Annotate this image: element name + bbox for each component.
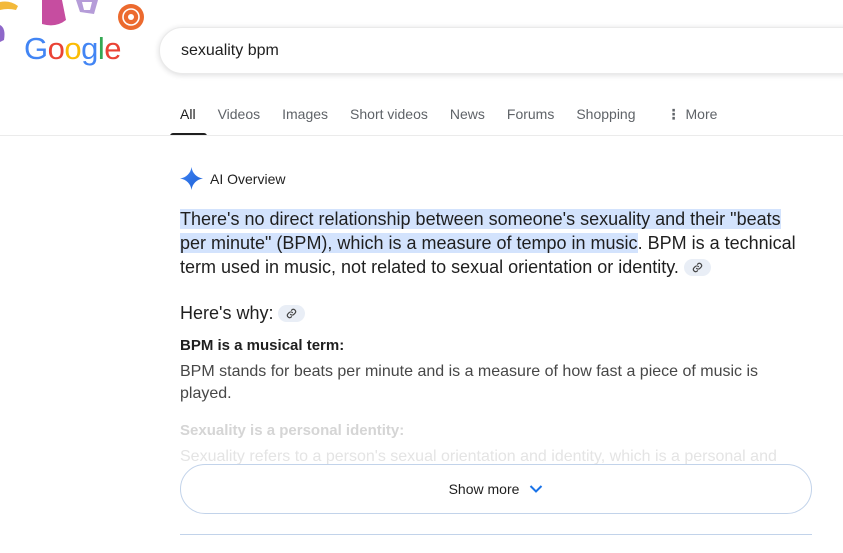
search-input[interactable] (181, 40, 781, 62)
point-text: BPM stands for beats per minute and is a… (180, 363, 759, 402)
logo-letter: e (104, 31, 122, 66)
logo-letter: o (47, 31, 65, 66)
tab-more[interactable]: ⋮ More (647, 95, 729, 135)
tab-shopping[interactable]: Shopping (565, 95, 646, 135)
more-vert-icon: ⋮ (666, 106, 681, 122)
link-icon (692, 262, 703, 272)
tab-forums[interactable]: Forums (496, 95, 565, 135)
logo-letter: g (81, 31, 98, 66)
search-tabs: All Videos Images Short videos News Foru… (170, 95, 729, 136)
chevron-down-icon (530, 485, 543, 493)
link-icon (287, 308, 297, 318)
ai-overview-title: AI Overview (210, 170, 286, 187)
ai-overview-header: AI Overview (180, 167, 285, 190)
ai-overview-summary: There's no direct relationship between s… (180, 207, 810, 279)
point-title: Sexuality is a personal identity: (180, 422, 405, 439)
logo-letter: G (24, 31, 48, 66)
show-more-button[interactable]: Show more (180, 464, 812, 514)
tab-short-videos[interactable]: Short videos (339, 95, 439, 135)
tab-news[interactable]: News (439, 95, 496, 135)
tab-images[interactable]: Images (271, 95, 339, 135)
source-link-button[interactable] (278, 304, 306, 322)
google-logo[interactable]: Google (24, 31, 122, 66)
tab-all[interactable]: All (170, 95, 207, 136)
gemini-sparkle-icon (180, 167, 203, 190)
point-title: BPM is a musical term: (180, 337, 345, 354)
tab-more-label: More (685, 106, 718, 122)
heres-why-label: Here's why: (180, 303, 274, 323)
section-divider (180, 534, 812, 535)
tabs-divider (0, 135, 843, 136)
source-link-button[interactable] (683, 258, 711, 276)
search-box[interactable] (159, 27, 843, 74)
logo-letter: o (64, 31, 82, 66)
show-more-label: Show more (448, 481, 520, 497)
search-results-page: Google All Videos Images Short videos Ne… (0, 0, 843, 553)
tab-videos[interactable]: Videos (207, 95, 272, 135)
faded-content: Sexuality is a personal identity: Sexual… (180, 420, 820, 470)
heres-why: Here's why: (180, 301, 306, 325)
